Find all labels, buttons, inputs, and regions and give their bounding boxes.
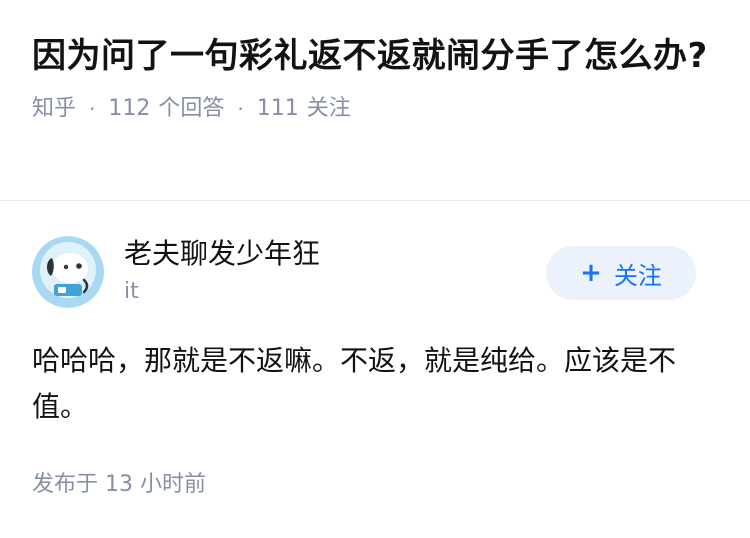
question-meta: 知乎 · 112 个回答 · 111 关注 (32, 94, 722, 124)
author-bio: it (124, 279, 139, 304)
question-header: 因为问了一句彩礼返不返就闹分手了怎么办? 知乎 · 112 个回答 · 111 … (32, 30, 722, 124)
author-avatar[interactable] (32, 236, 104, 308)
answer-count: 112 (108, 96, 151, 121)
separator-dot: · (89, 97, 96, 121)
author-name[interactable]: 老夫聊发少年狂 (124, 236, 320, 272)
author-info: 老夫聊发少年狂 it + 关注 (32, 234, 718, 308)
answer-timestamp: 发布于 13 小时前 (32, 472, 206, 497)
follower-count: 111 (256, 96, 299, 121)
plus-icon: + (580, 258, 602, 288)
answer-count-label: 个回答 (158, 96, 225, 121)
question-title[interactable]: 因为问了一句彩礼返不返就闹分手了怎么办? (32, 30, 722, 82)
follow-button-label: 关注 (613, 261, 662, 290)
follow-button[interactable]: + 关注 (546, 246, 696, 300)
zhihu-answer-page: 因为问了一句彩礼返不返就闹分手了怎么办? 知乎 · 112 个回答 · 111 … (0, 0, 750, 538)
robot-dog-avatar-icon (32, 236, 104, 308)
follower-count-label: 关注 (306, 96, 351, 121)
separator-dot: · (237, 97, 244, 121)
source-label[interactable]: 知乎 (32, 94, 76, 124)
divider (0, 200, 750, 201)
answer-content: 哈哈哈，那就是不返嘛。不返，就是纯给。应该是不值。 (32, 344, 677, 423)
